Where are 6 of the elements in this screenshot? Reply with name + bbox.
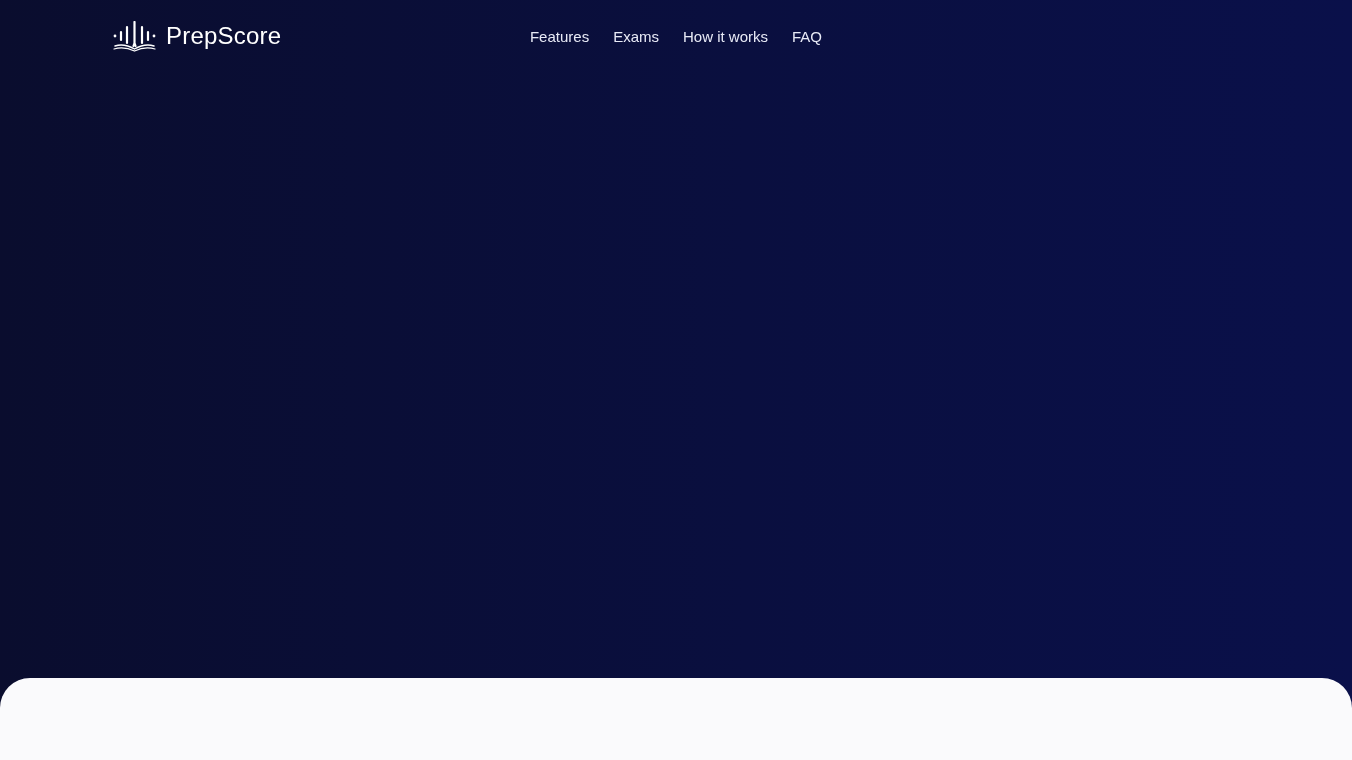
logo-icon bbox=[113, 20, 156, 52]
nav-link[interactable]: How it works bbox=[683, 27, 768, 45]
nav-link[interactable]: Exams bbox=[613, 27, 659, 45]
brand-name[interactable]: PrepScore bbox=[166, 22, 282, 50]
nav-link[interactable]: Features bbox=[529, 27, 590, 45]
nav-link[interactable]: FAQ bbox=[792, 27, 823, 45]
